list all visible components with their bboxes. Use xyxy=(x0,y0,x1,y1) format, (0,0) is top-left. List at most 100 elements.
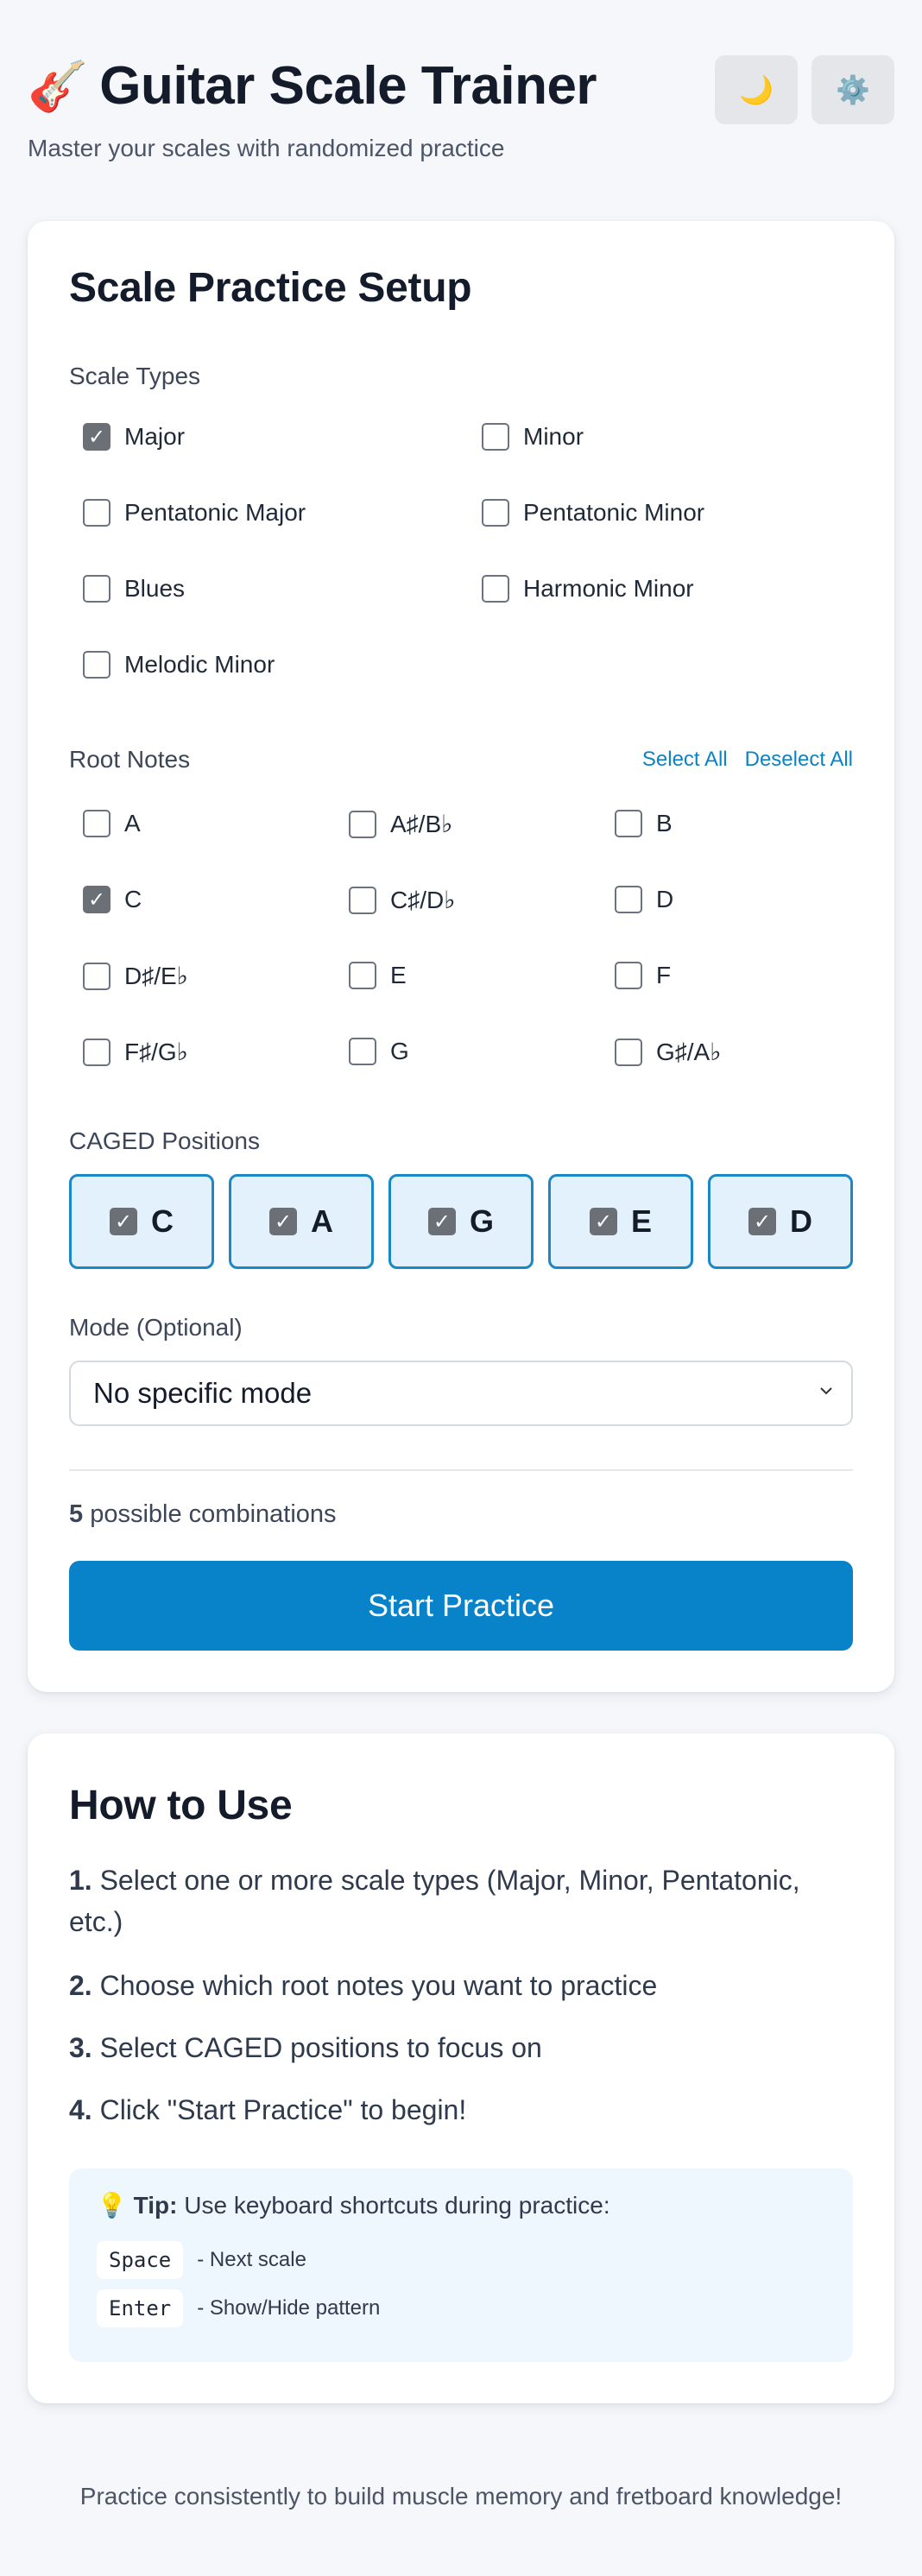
checkbox[interactable]: ✓ xyxy=(748,1208,776,1235)
combinations-summary: 5 possible combinations xyxy=(69,1500,337,1529)
root-note-label: G♯/A♭ xyxy=(656,1039,722,1065)
scale-type-label: Harmonic Minor xyxy=(523,575,694,602)
kbd-key: Space xyxy=(97,2241,184,2279)
checkbox[interactable] xyxy=(482,423,509,451)
checkbox[interactable] xyxy=(482,575,509,603)
root-notes-label: Root Notes xyxy=(69,746,191,773)
checkbox[interactable] xyxy=(349,886,376,914)
scale-type-option[interactable]: Blues xyxy=(83,575,185,603)
root-note-option[interactable]: F♯/G♭ xyxy=(83,1038,188,1066)
checkbox[interactable] xyxy=(615,962,642,989)
scale-type-option[interactable]: Harmonic Minor xyxy=(482,575,694,603)
mode-select[interactable]: No specific mode xyxy=(69,1361,853,1426)
scale-type-label: Major xyxy=(124,423,186,450)
select-all-button[interactable]: Select All xyxy=(642,748,728,772)
checkbox[interactable] xyxy=(349,962,376,989)
root-note-option[interactable]: A xyxy=(83,810,141,837)
caged-position-label: E xyxy=(630,1203,652,1239)
page: 🎸 Guitar Scale Trainer Master your scale… xyxy=(0,0,922,2576)
root-note-option[interactable]: A♯/B♭ xyxy=(349,810,452,838)
checkbox[interactable] xyxy=(615,886,642,913)
shortcut-row: Enter - Show/Hide pattern xyxy=(97,2289,380,2327)
chevron-down-icon xyxy=(818,1381,834,1404)
combinations-text: possible combinations xyxy=(90,1500,337,1528)
checkbox[interactable] xyxy=(83,1038,111,1066)
caged-position-label: G xyxy=(469,1203,494,1239)
root-note-label: B xyxy=(656,810,673,837)
root-note-label: C xyxy=(124,886,142,912)
root-note-label: F♯/G♭ xyxy=(124,1039,188,1065)
deselect-all-button[interactable]: Deselect All xyxy=(745,748,853,772)
root-note-option[interactable]: G♯/A♭ xyxy=(615,1038,721,1066)
checkbox[interactable]: ✓ xyxy=(427,1208,456,1235)
root-note-option[interactable]: ✓ C xyxy=(83,886,142,913)
root-note-label: A xyxy=(124,810,141,837)
root-note-option[interactable]: C♯/D♭ xyxy=(349,886,455,914)
scale-type-option[interactable]: ✓ Major xyxy=(83,423,185,451)
caged-position-c[interactable]: ✓ C xyxy=(69,1174,214,1269)
lightbulb-icon: 💡 xyxy=(97,2192,127,2219)
how-to-step: 2. Choose which root notes you want to p… xyxy=(69,1965,853,2006)
tip-text: Use keyboard shortcuts during practice: xyxy=(184,2192,610,2219)
checkbox[interactable] xyxy=(83,810,111,837)
checkbox[interactable] xyxy=(349,1038,376,1065)
caged-position-g[interactable]: ✓ G xyxy=(388,1174,534,1269)
step-text: Click "Start Practice" to begin! xyxy=(99,2094,467,2125)
header: 🎸 Guitar Scale Trainer Master your scale… xyxy=(28,54,894,166)
root-note-option[interactable]: F xyxy=(615,962,671,989)
checkbox[interactable] xyxy=(83,575,111,603)
settings-button[interactable]: ⚙️ xyxy=(811,55,894,124)
scale-type-label: Blues xyxy=(124,575,186,602)
start-practice-button[interactable]: Start Practice xyxy=(69,1561,853,1651)
checkbox[interactable]: ✓ xyxy=(110,1208,137,1235)
how-to-card: How to Use 1. Select one or more scale t… xyxy=(28,1733,894,2403)
checkbox[interactable] xyxy=(83,499,111,527)
root-note-option[interactable]: E xyxy=(349,962,407,989)
checkbox[interactable] xyxy=(83,651,111,679)
root-note-label: F xyxy=(656,962,672,988)
checkbox[interactable] xyxy=(83,962,111,990)
step-number: 2. xyxy=(69,1970,92,2001)
theme-toggle-button[interactable]: 🌙 xyxy=(715,55,798,124)
root-notes-actions: Select All Deselect All xyxy=(642,748,853,772)
checkbox[interactable] xyxy=(349,810,376,838)
setup-card: Scale Practice Setup Scale Types ✓ Major… xyxy=(28,221,894,1692)
checkbox[interactable] xyxy=(615,810,642,837)
root-note-option[interactable]: D♯/E♭ xyxy=(83,962,188,990)
setup-title: Scale Practice Setup xyxy=(69,265,472,311)
scale-type-label: Pentatonic Minor xyxy=(523,499,705,526)
root-note-label: A♯/B♭ xyxy=(390,811,453,837)
scale-type-option[interactable]: Pentatonic Major xyxy=(83,499,306,527)
checkbox[interactable]: ✓ xyxy=(83,423,111,451)
checkbox[interactable]: ✓ xyxy=(83,886,111,913)
root-note-option[interactable]: B xyxy=(615,810,673,837)
caged-position-e[interactable]: ✓ E xyxy=(548,1174,693,1269)
checkbox[interactable]: ✓ xyxy=(589,1208,617,1235)
shortcut-desc: - Show/Hide pattern xyxy=(197,2296,381,2320)
caged-position-a[interactable]: ✓ A xyxy=(229,1174,374,1269)
gear-icon: ⚙️ xyxy=(836,74,870,105)
root-note-option[interactable]: D xyxy=(615,886,673,913)
scale-type-option[interactable]: Minor xyxy=(482,423,584,451)
scale-types-label: Scale Types xyxy=(69,363,201,389)
root-note-label: G xyxy=(390,1038,409,1064)
caged-position-d[interactable]: ✓ D xyxy=(708,1174,853,1269)
root-note-label: C♯/D♭ xyxy=(390,887,456,913)
caged-position-label: D xyxy=(790,1203,812,1239)
checkbox[interactable] xyxy=(482,499,509,527)
divider xyxy=(69,1469,853,1471)
root-note-label: E xyxy=(390,962,407,988)
scale-type-option[interactable]: Melodic Minor xyxy=(83,651,275,679)
moon-icon: 🌙 xyxy=(739,74,774,105)
how-to-step: 1. Select one or more scale types (Major… xyxy=(69,1859,853,1942)
root-note-option[interactable]: G xyxy=(349,1038,409,1065)
step-text: Select one or more scale types (Major, M… xyxy=(69,1865,800,1937)
root-note-label: D♯/E♭ xyxy=(124,963,188,989)
step-number: 4. xyxy=(69,2094,92,2125)
caged-position-label: C xyxy=(151,1203,174,1239)
checkbox[interactable]: ✓ xyxy=(269,1208,297,1235)
how-to-step: 3. Select CAGED positions to focus on xyxy=(69,2027,853,2068)
scale-type-option[interactable]: Pentatonic Minor xyxy=(482,499,704,527)
checkbox[interactable] xyxy=(615,1038,642,1066)
scale-type-label: Minor xyxy=(523,423,584,450)
